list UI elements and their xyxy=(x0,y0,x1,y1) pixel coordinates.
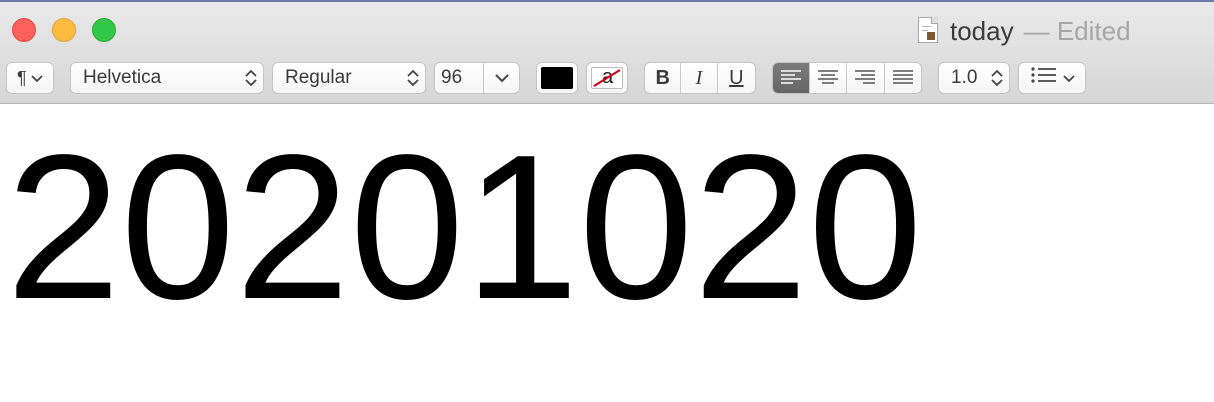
font-size-field[interactable]: 96 xyxy=(435,67,483,89)
updown-chevron-icon xyxy=(987,63,1009,93)
document-icon xyxy=(918,17,940,45)
typeface-popup[interactable]: Regular xyxy=(272,62,426,94)
align-left-icon xyxy=(780,70,801,84)
bold-button[interactable]: B xyxy=(645,63,682,93)
align-right-button[interactable] xyxy=(847,63,885,93)
chevron-down-icon xyxy=(1063,67,1075,89)
font-family-popup[interactable]: Helvetica xyxy=(70,62,264,94)
chevron-down-icon xyxy=(31,67,43,89)
edited-status: — Edited xyxy=(1023,15,1131,46)
typeface-value: Regular xyxy=(285,67,352,88)
updown-chevron-icon xyxy=(403,63,425,93)
font-size-combo[interactable]: 96 xyxy=(434,62,520,94)
align-center-button[interactable] xyxy=(810,63,848,93)
text-color-well[interactable] xyxy=(536,62,578,94)
line-spacing-value: 1.0 xyxy=(951,67,978,88)
text-style-segmented: B I U xyxy=(644,62,756,94)
no-highlight-icon: a xyxy=(591,66,623,89)
italic-button[interactable]: I xyxy=(681,63,718,93)
textedit-window: today — Edited ¶ Helvetica Regular 96 B … xyxy=(0,0,1214,402)
document-body[interactable]: 20201020 xyxy=(0,104,1214,402)
document-name: today xyxy=(950,15,1014,46)
paragraph-styles-button[interactable]: ¶ xyxy=(6,62,54,94)
minimize-button[interactable] xyxy=(52,18,76,42)
updown-chevron-icon xyxy=(241,63,263,93)
underline-button[interactable]: U xyxy=(718,63,755,93)
justify-icon xyxy=(892,70,913,84)
line-spacing-popup[interactable]: 1.0 xyxy=(938,62,1010,94)
alignment-segmented xyxy=(772,62,922,94)
zoom-button[interactable] xyxy=(92,18,116,42)
title-toolbar-area: today — Edited ¶ Helvetica Regular 96 B … xyxy=(0,0,1214,104)
align-left-button[interactable] xyxy=(773,63,810,93)
bullet-list-icon xyxy=(1019,66,1057,90)
list-bullets-popup[interactable] xyxy=(1018,62,1086,94)
paragraph-icon: ¶ xyxy=(17,67,27,88)
highlight-color-well[interactable]: a xyxy=(586,62,628,94)
chevron-down-icon xyxy=(494,73,509,82)
font-family-value: Helvetica xyxy=(83,67,162,88)
justify-button[interactable] xyxy=(885,63,921,93)
window-title: today — Edited xyxy=(918,14,1131,48)
align-right-icon xyxy=(855,70,876,84)
close-button[interactable] xyxy=(12,18,36,42)
font-size-dropdown[interactable] xyxy=(483,63,519,93)
document-text[interactable]: 20201020 xyxy=(6,124,923,330)
text-color-swatch xyxy=(541,67,573,89)
align-center-icon xyxy=(817,70,838,84)
